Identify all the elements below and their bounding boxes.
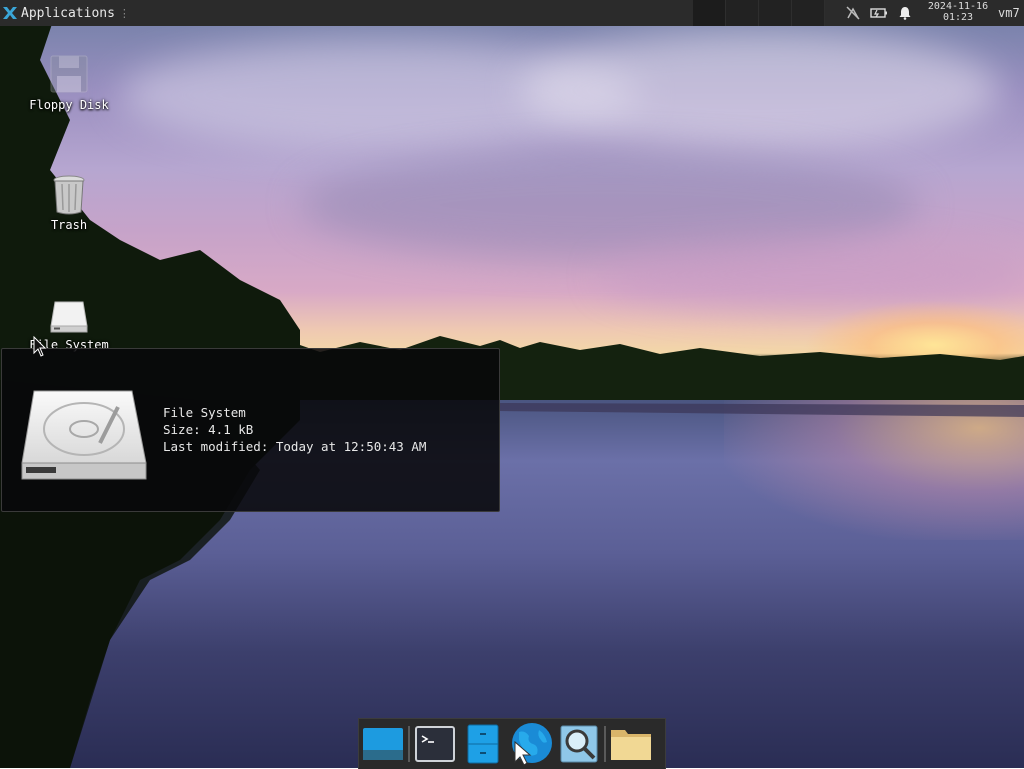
workspace-2[interactable]	[726, 0, 759, 26]
clock-time: 01:23	[942, 12, 974, 23]
desktop-icon-floppy-disk[interactable]: Floppy Disk	[14, 52, 124, 112]
workspace-4[interactable]	[792, 0, 825, 26]
desktop-icon-label: Trash	[50, 218, 88, 232]
tooltip-name: File System	[163, 405, 246, 420]
dock-panel	[358, 718, 666, 769]
show-desktop-icon	[363, 728, 403, 760]
trash-icon	[53, 175, 85, 215]
battery-icon[interactable]	[866, 0, 892, 26]
file-manager-button[interactable]	[459, 720, 507, 768]
tooltip-size: Size: 4.1 kB	[163, 422, 254, 437]
home-folder-icon	[611, 730, 651, 760]
system-tray	[840, 0, 918, 26]
user-menu[interactable]: vm7	[998, 0, 1020, 26]
file-manager-icon	[467, 724, 499, 764]
desktop-icon-label: Floppy Disk	[29, 98, 109, 112]
home-folder-button[interactable]	[607, 720, 655, 768]
desktop-icon-trash[interactable]: Trash	[14, 172, 124, 232]
workspace-1[interactable]	[693, 0, 726, 26]
tooltip-modified: Last modified: Today at 12:50:43 AM	[163, 439, 427, 454]
hard-drive-large-icon	[21, 390, 147, 480]
terminal-icon	[415, 726, 455, 762]
show-desktop-button[interactable]	[359, 720, 407, 768]
applications-menu-button[interactable]: Applications ⋮	[0, 0, 134, 26]
network-disconnected-icon[interactable]	[840, 0, 866, 26]
app-finder-button[interactable]	[555, 720, 603, 768]
web-browser-icon	[512, 723, 552, 766]
file-info-tooltip: File System Size: 4.1 kB Last modified: …	[1, 348, 500, 512]
clock[interactable]: 2024-11-16 01:23	[922, 1, 994, 23]
floppy-disk-icon	[50, 55, 88, 93]
workspace-switcher[interactable]	[693, 0, 825, 26]
xfce-logo-icon	[3, 7, 17, 19]
app-finder-icon	[560, 725, 598, 763]
hard-drive-icon	[50, 301, 88, 333]
panel-handle-icon: ⋮	[118, 6, 130, 20]
dock-separator	[604, 726, 606, 762]
web-browser-button[interactable]	[507, 720, 555, 768]
mouse-cursor-icon	[33, 336, 47, 357]
clock-date: 2024-11-16	[927, 1, 989, 12]
notification-bell-icon[interactable]	[892, 0, 918, 26]
desktop-icon-file-system[interactable]: File System	[14, 292, 124, 352]
dock-separator	[408, 726, 410, 762]
terminal-button[interactable]	[411, 720, 459, 768]
applications-label: Applications	[21, 5, 115, 21]
top-panel: Applications ⋮ 2024-11-16 01:23 vm7	[0, 0, 1024, 26]
workspace-3[interactable]	[759, 0, 792, 26]
